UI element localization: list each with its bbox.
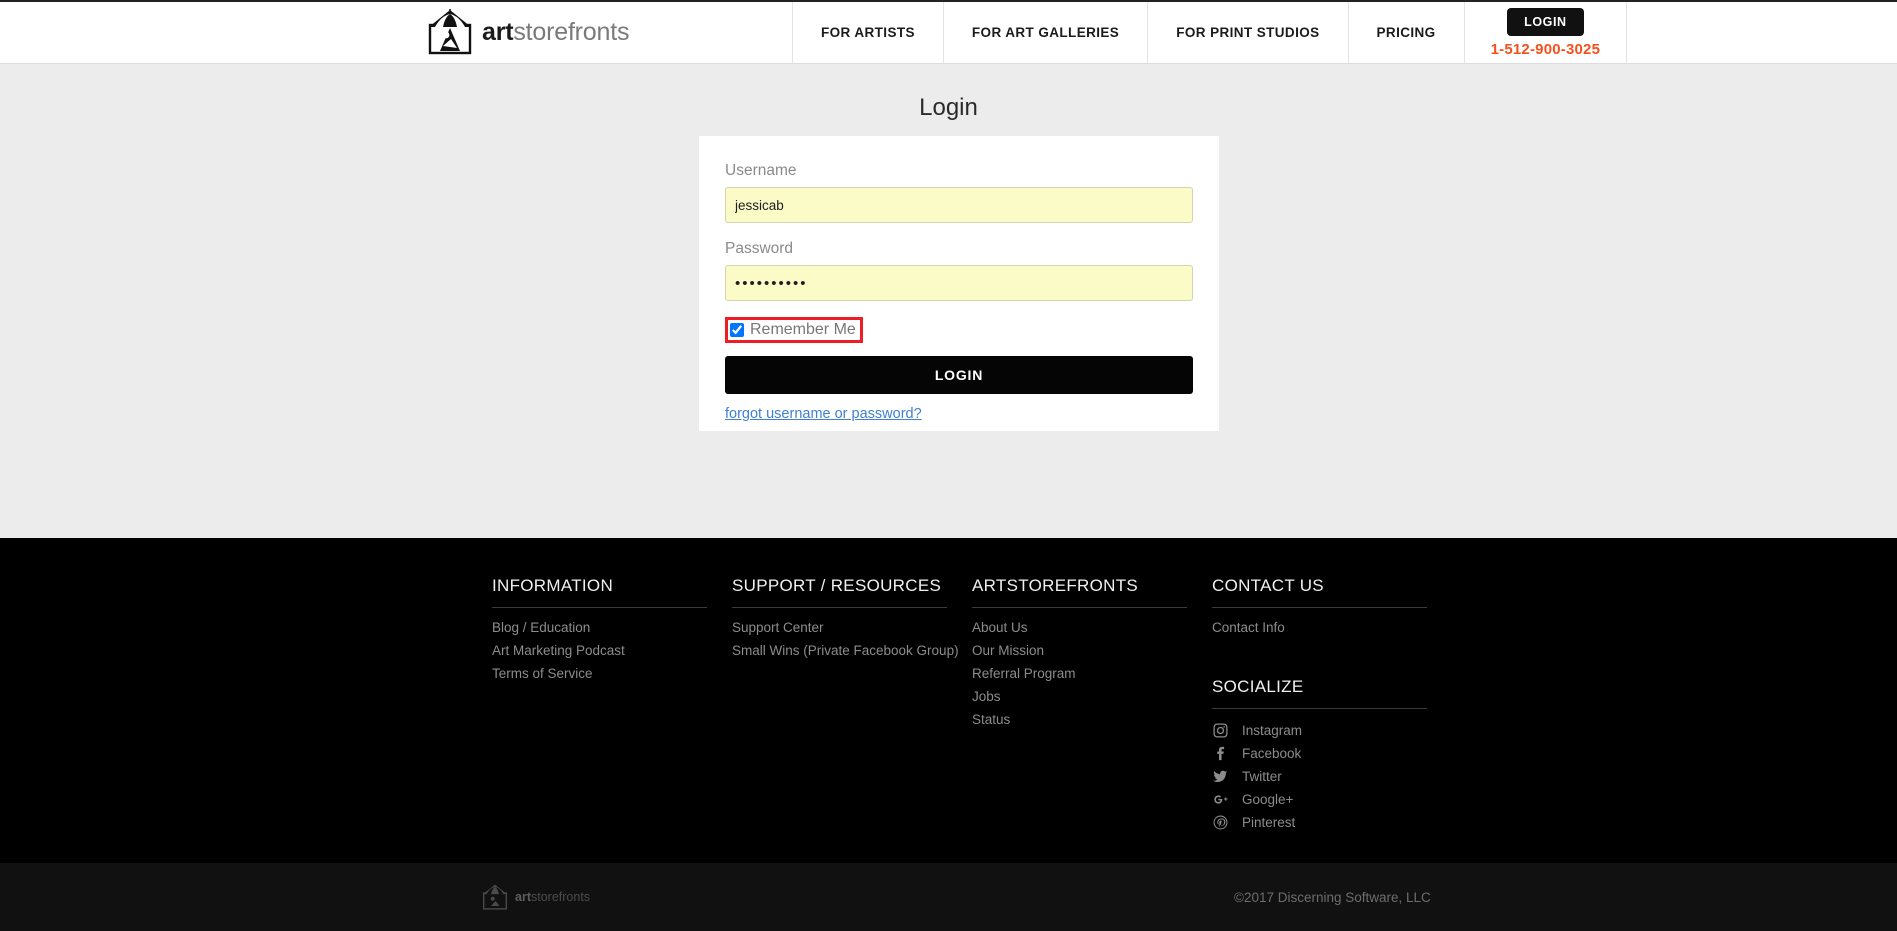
footer-column-support-resources: SUPPORT / RESOURCES Support Center Small… (732, 576, 972, 837)
footer-link[interactable]: Terms of Service (492, 666, 732, 681)
copyright-text: ©2017 Discerning Software, LLC (1234, 890, 1431, 905)
footer-column-artstorefronts: ARTSTOREFRONTS About Us Our Mission Refe… (972, 576, 1212, 837)
social-link-pinterest[interactable]: Pinterest (1212, 814, 1452, 831)
footer-column-title: INFORMATION (492, 576, 707, 608)
google-plus-icon (1212, 791, 1229, 808)
footer-column-information: INFORMATION Blog / Education Art Marketi… (492, 576, 732, 837)
nav-item-for-artists[interactable]: FOR ARTISTS (792, 2, 943, 63)
remember-me-checkbox[interactable] (730, 323, 744, 337)
social-link-facebook[interactable]: Facebook (1212, 745, 1452, 762)
footer-link[interactable]: Blog / Education (492, 620, 732, 635)
nav-item-for-print-studios[interactable]: FOR PRINT STUDIOS (1147, 2, 1347, 63)
remember-me-label: Remember Me (750, 321, 856, 338)
social-label: Google+ (1242, 792, 1294, 807)
art-gallery-house-logo-icon (482, 883, 508, 911)
pinterest-icon (1212, 814, 1229, 831)
footer-column-title: ARTSTOREFRONTS (972, 576, 1187, 608)
password-input[interactable] (725, 265, 1193, 301)
footer-link[interactable]: Our Mission (972, 643, 1212, 658)
page-title: Login (919, 94, 978, 121)
footer-link[interactable]: Contact Info (1212, 620, 1452, 635)
header-login-button[interactable]: LOGIN (1507, 7, 1584, 36)
social-label: Facebook (1242, 746, 1302, 761)
login-card: Username Password Remember Me LOGIN forg… (699, 136, 1219, 431)
brand-wordmark: artstorefronts (482, 17, 630, 46)
site-header: artstorefronts FOR ARTISTS FOR ART GALLE… (0, 2, 1897, 64)
footer-link[interactable]: Support Center (732, 620, 972, 635)
site-footer: INFORMATION Blog / Education Art Marketi… (0, 538, 1897, 863)
header-phone-number[interactable]: 1-512-900-3025 (1491, 41, 1601, 58)
social-label: Instagram (1242, 723, 1303, 738)
social-label: Pinterest (1242, 815, 1296, 830)
remember-me-row[interactable]: Remember Me (725, 317, 863, 343)
username-input[interactable] (725, 187, 1193, 223)
footer-column-contact-us: CONTACT US Contact Info SOCIALIZE Instag… (1212, 576, 1452, 837)
social-links-list: Instagram Facebook Twitter Google+ Pinte… (1212, 722, 1452, 831)
footer-link-list: Support Center Small Wins (Private Faceb… (732, 620, 972, 658)
instagram-icon (1212, 722, 1229, 739)
social-link-google-plus[interactable]: Google+ (1212, 791, 1452, 808)
primary-nav: FOR ARTISTS FOR ART GALLERIES FOR PRINT … (792, 2, 1628, 63)
art-gallery-house-logo-icon (427, 8, 473, 56)
footer-brand-logo-link[interactable]: artstorefronts (482, 883, 590, 911)
username-label: Username (725, 162, 797, 179)
footer-brand-wordmark: artstorefronts (515, 890, 591, 904)
footer-link[interactable]: Art Marketing Podcast (492, 643, 732, 658)
footer-link-list: Contact Info (1212, 620, 1452, 635)
brand-logo-link[interactable]: artstorefronts (427, 8, 629, 56)
footer-link[interactable]: About Us (972, 620, 1212, 635)
facebook-icon (1212, 745, 1229, 762)
footer-bottom-bar: artstorefronts ©2017 Discerning Software… (0, 863, 1897, 931)
forgot-credentials-link[interactable]: forgot username or password? (725, 406, 922, 422)
footer-link[interactable]: Jobs (972, 689, 1212, 704)
social-link-instagram[interactable]: Instagram (1212, 722, 1452, 739)
password-label: Password (725, 240, 794, 257)
social-link-twitter[interactable]: Twitter (1212, 768, 1452, 785)
footer-link[interactable]: Status (972, 712, 1212, 727)
footer-column-title: CONTACT US (1212, 576, 1427, 608)
social-label: Twitter (1242, 769, 1282, 784)
footer-column-title: SUPPORT / RESOURCES (732, 576, 947, 608)
footer-link[interactable]: Small Wins (Private Facebook Group) (732, 643, 972, 658)
footer-link-list: Blog / Education Art Marketing Podcast T… (492, 620, 732, 681)
nav-item-for-art-galleries[interactable]: FOR ART GALLERIES (942, 2, 1147, 63)
socialize-title: SOCIALIZE (1212, 677, 1427, 709)
nav-login-cell: LOGIN 1-512-900-3025 (1463, 2, 1628, 63)
twitter-icon (1212, 768, 1229, 785)
footer-link[interactable]: Referral Program (972, 666, 1212, 681)
login-submit-button[interactable]: LOGIN (725, 356, 1193, 394)
nav-item-pricing[interactable]: PRICING (1347, 2, 1464, 63)
footer-link-list: About Us Our Mission Referral Program Jo… (972, 620, 1212, 727)
